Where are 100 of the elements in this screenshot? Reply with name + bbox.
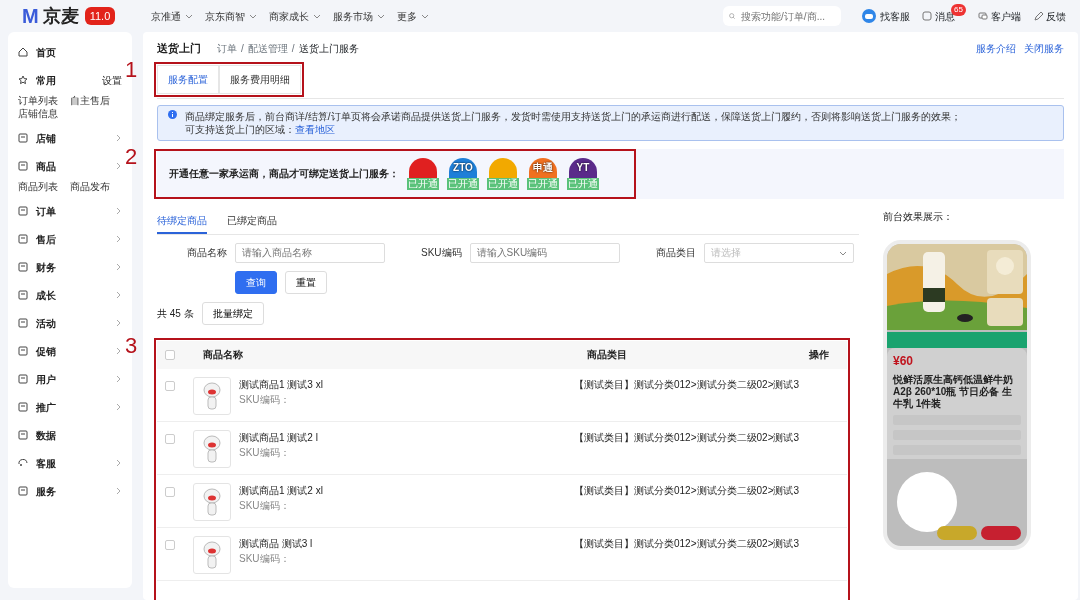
search-field[interactable]: 搜索功能/订单/商... xyxy=(723,6,842,26)
caret-icon xyxy=(249,12,258,20)
nav-menu[interactable]: 京准通 xyxy=(151,8,194,24)
sidebar-item[interactable]: 活动 xyxy=(18,309,122,337)
nav-menu[interactable]: 京东商智 xyxy=(205,8,258,24)
row-checkbox[interactable] xyxy=(165,486,175,497)
add-to-cart-shape xyxy=(937,525,977,540)
row-checkbox[interactable] xyxy=(165,433,175,444)
page-title: 送货上门 xyxy=(157,41,201,56)
sidebar-item[interactable]: 客服 xyxy=(18,449,122,477)
input-field[interactable]: 请输入SKU编码 xyxy=(469,242,620,263)
menu-icon xyxy=(18,374,28,384)
toolbar-link[interactable]: 找客服 xyxy=(861,8,911,24)
field-label: 商品类目 xyxy=(655,246,696,260)
tab[interactable]: 已绑定商品 xyxy=(227,208,277,234)
toolbar-link[interactable]: 客户端 xyxy=(978,8,1021,24)
breadcrumb-separator: / xyxy=(241,41,244,56)
caret-icon xyxy=(377,12,386,20)
row-checkbox[interactable] xyxy=(165,539,175,550)
mascot-icon xyxy=(201,539,223,570)
tab[interactable]: 服务费用明细 xyxy=(219,64,301,94)
menu-icon xyxy=(18,346,28,356)
carrier-logo: ZTO xyxy=(449,157,477,178)
sidebar-item[interactable]: 成长 xyxy=(18,281,122,309)
query-button[interactable]: 查询 xyxy=(235,270,277,294)
mascot-icon xyxy=(201,433,223,464)
price-text: ¥60 xyxy=(893,353,914,368)
sidebar-item[interactable]: 店铺 xyxy=(18,124,122,152)
menu-icon xyxy=(18,133,28,143)
mascot-icon xyxy=(201,380,223,411)
product-name: 测试商品 测试3 l xyxy=(239,536,314,551)
sidebar-item[interactable]: 首页 xyxy=(18,38,122,66)
sidebar-item[interactable]: 商品 xyxy=(18,152,122,180)
caret-icon xyxy=(313,12,322,20)
mascot-icon xyxy=(201,486,223,517)
result-count: 共 45 条 xyxy=(157,306,194,321)
sidebar-item[interactable]: 常用 设置 xyxy=(18,66,122,94)
product-title: 悦鲜活原生高钙低温鲜牛奶A2β 260*10瓶 节日必备 生牛乳 1件装 xyxy=(893,373,1014,410)
shortcut-link[interactable]: 自主售后 xyxy=(70,94,122,107)
sidebar-item[interactable]: 服务 xyxy=(18,477,122,505)
toolbar-link[interactable]: 反馈 xyxy=(1033,8,1066,24)
sidebar-item[interactable]: 售后 xyxy=(18,225,122,253)
sidebar-item[interactable]: 推广 xyxy=(18,393,122,421)
sidebar-item[interactable]: 促销 xyxy=(18,337,122,365)
tab[interactable]: 待绑定商品 xyxy=(157,208,207,234)
column-header: 商品类目 xyxy=(587,348,628,362)
search-icon xyxy=(729,11,736,21)
caret-icon xyxy=(185,12,194,20)
shortcut-link[interactable]: 商品列表 xyxy=(18,180,70,193)
logo-mark: M xyxy=(22,6,39,26)
header-link[interactable]: 关闭服务 xyxy=(1024,40,1064,56)
nav-menu[interactable]: 服务市场 xyxy=(333,8,386,24)
row-checkbox[interactable] xyxy=(165,380,175,391)
carrier-logo: YT xyxy=(569,157,597,178)
annotation-number: 1 xyxy=(125,58,138,81)
logo-text: 京麦 xyxy=(42,7,79,25)
product-name: 测试商品1 测试2 l xyxy=(239,430,319,445)
select-all-checkbox[interactable] xyxy=(165,349,175,360)
breadcrumb-separator: / xyxy=(291,41,295,56)
menu-icon xyxy=(18,206,28,216)
header-link[interactable]: 服务介绍 xyxy=(976,40,1016,56)
column-header: 操作 xyxy=(809,348,829,362)
table-cell-text: 【测试类目】测试分类012>测试分类二级02>测试3 xyxy=(574,430,800,445)
menu-icon xyxy=(18,234,28,244)
table-cell-text: 【测试类目】测试分类012>测试分类二级02>测试3 xyxy=(574,536,800,551)
sku-label: SKU编码： xyxy=(239,551,291,566)
menu-icon xyxy=(18,430,28,440)
sidebar-item[interactable]: 财务 xyxy=(18,253,122,281)
carrier-logo: 申通 xyxy=(529,157,557,178)
sidebar-item[interactable]: 订单 xyxy=(18,197,122,225)
sku-label: SKU编码： xyxy=(239,498,291,513)
sku-label: SKU编码： xyxy=(239,445,291,460)
column-header: 商品名称 xyxy=(203,348,244,362)
annotation-number: 2 xyxy=(125,145,138,168)
breadcrumb-item[interactable]: 配送管理 xyxy=(247,40,288,56)
shortcut-link[interactable]: 商品发布 xyxy=(70,180,122,193)
shortcut-link[interactable]: 订单列表 xyxy=(18,94,70,107)
notice-text: 商品绑定服务后，前台商详/结算/订单页将会承诺商品提供送货上门服务，发货时需使用支持送货上门的承运商进行配送，保障送货上门履约，否则将影响送货上门服务的效果； xyxy=(185,109,961,123)
product-name: 测试商品1 测试2 xl xyxy=(239,483,324,498)
tab[interactable]: 服务配置 xyxy=(157,64,219,94)
nav-menu[interactable]: 更多 xyxy=(397,8,430,24)
table-cell-text: 【测试类目】测试分类012>测试分类二级02>测试3 xyxy=(574,483,800,498)
batch-bind-button[interactable]: 批量绑定 xyxy=(201,301,264,325)
sku-label: SKU编码： xyxy=(239,392,291,407)
breadcrumb-item[interactable]: 订单 xyxy=(217,40,237,56)
reset-button[interactable]: 重置 xyxy=(285,270,327,294)
home-icon xyxy=(18,47,28,57)
info-icon xyxy=(168,109,177,119)
sidebar-item[interactable]: 数据 xyxy=(18,421,122,449)
menu-icon xyxy=(18,402,28,412)
shortcut-link[interactable]: 店铺信息 xyxy=(18,107,70,120)
settings-link[interactable]: 设置 xyxy=(102,72,122,88)
nav-menu[interactable]: 商家成长 xyxy=(269,8,322,24)
sidebar-item[interactable]: 用户 xyxy=(18,365,122,393)
breadcrumb-item[interactable]: 送货上门服务 xyxy=(298,40,359,56)
field-label: 商品名称 xyxy=(187,246,227,260)
view-regions-link[interactable]: 查看地区 xyxy=(295,122,335,136)
input-field[interactable]: 请输入商品名称 xyxy=(235,242,385,263)
menu-icon xyxy=(18,262,28,272)
message-icon xyxy=(922,11,933,21)
